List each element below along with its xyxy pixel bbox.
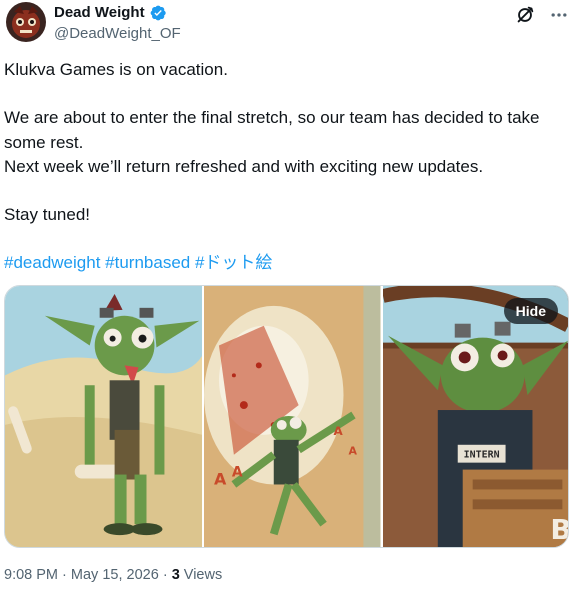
tweet-line-2: We are about to enter the final stretch,… (4, 108, 540, 152)
svg-text:A: A (334, 424, 344, 438)
tweet-line-3: Next week we’ll return refreshed and wit… (4, 156, 484, 176)
media-grid: A A A A INTERN B (4, 285, 569, 548)
more-icon[interactable] (548, 4, 570, 26)
views-label: Views (183, 567, 223, 583)
display-name[interactable]: Dead Weight (54, 3, 145, 23)
media-image-3[interactable]: INTERN B Hide (382, 286, 568, 547)
user-handle[interactable]: @DeadWeight_OF (54, 24, 181, 44)
hide-media-button[interactable]: Hide (503, 298, 559, 324)
svg-text:A: A (214, 470, 227, 489)
svg-text:A: A (349, 445, 358, 458)
hashtags: #deadweight #turnbased #ドット絵 (4, 251, 570, 275)
hashtag-dot-art[interactable]: #ドット絵 (195, 253, 272, 272)
views-count: 3 (171, 567, 180, 583)
media-image-1[interactable] (5, 286, 203, 547)
tweet-date[interactable]: May 15, 2026 (71, 567, 159, 583)
separator: · (162, 567, 168, 583)
tweet-text: Klukva Games is on vacation. We are abou… (4, 58, 570, 276)
intern-sign: INTERN (463, 450, 499, 461)
separator: · (62, 567, 67, 583)
avatar[interactable] (6, 2, 46, 42)
tweet-time[interactable]: 9:08 PM (4, 567, 58, 583)
hashtag-deadweight[interactable]: #deadweight (4, 253, 100, 272)
hashtag-turnbased[interactable]: #turnbased (105, 253, 190, 272)
tweet-header: Dead Weight @DeadWeight_OF (4, 0, 578, 48)
svg-text:A: A (232, 465, 243, 481)
tweet-line-4: Stay tuned! (4, 205, 91, 225)
svg-text:B: B (550, 513, 568, 546)
media-image-2[interactable]: A A A A (204, 286, 381, 547)
verified-badge-icon[interactable] (149, 4, 167, 22)
tweet-meta: 9:08 PM · May 15, 2026 · 3 Views (4, 565, 222, 585)
grok-icon[interactable] (514, 4, 536, 26)
tweet-line-1: Klukva Games is on vacation. (4, 60, 228, 79)
